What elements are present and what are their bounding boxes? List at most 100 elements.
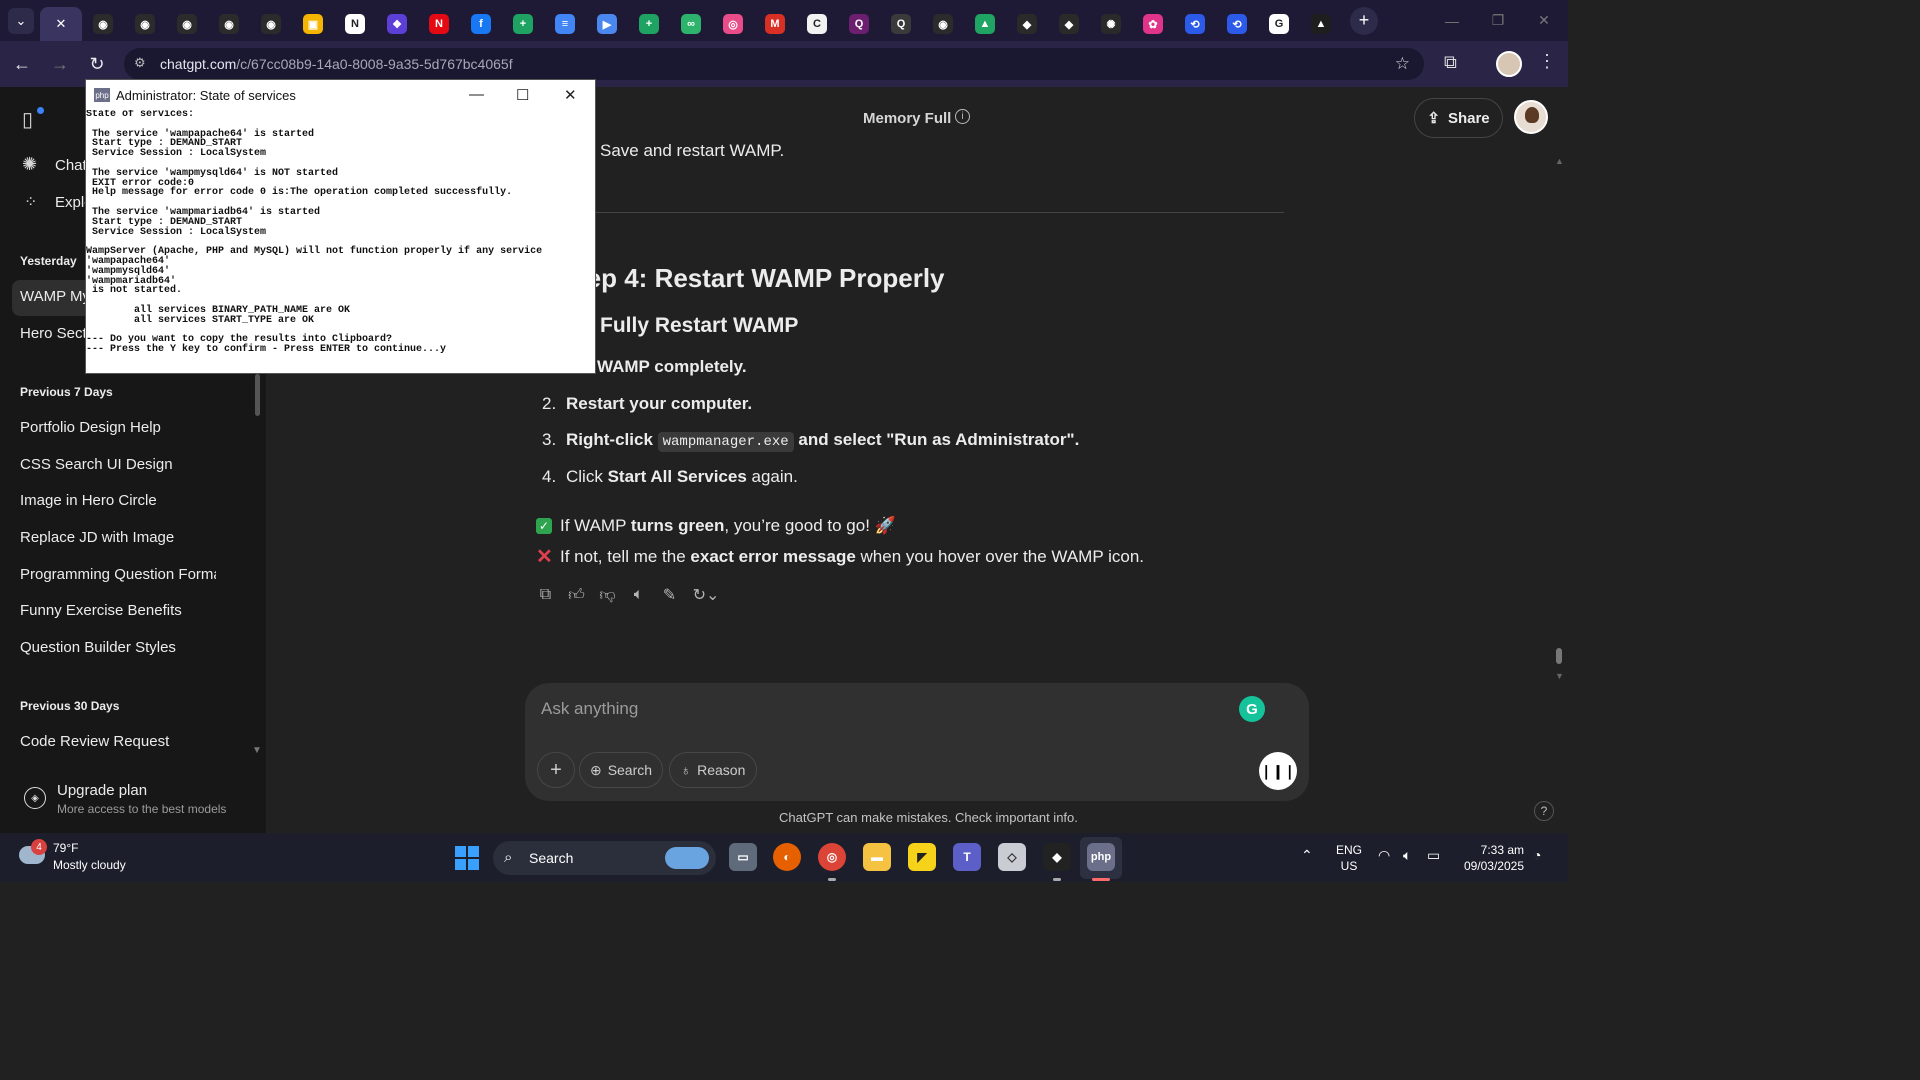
tab-cube-1[interactable]: ◆ <box>1006 7 1048 41</box>
new-tab-button[interactable]: + <box>1350 6 1378 35</box>
scroll-down-icon[interactable]: ▼ <box>1555 671 1564 681</box>
profile-avatar[interactable] <box>1496 51 1522 77</box>
tab-cube-2[interactable]: ◆ <box>1048 7 1090 41</box>
taskbar-search[interactable]: ⌕ Search <box>493 841 716 875</box>
tab-pink-app[interactable]: ✿ <box>1132 7 1174 41</box>
sticky-notes-icon[interactable]: ◤ <box>908 843 936 871</box>
reload-button[interactable]: ↻ <box>85 52 109 76</box>
tab-github-5[interactable]: ◉ <box>250 7 292 41</box>
tab-github-4[interactable]: ◉ <box>208 7 250 41</box>
voice-mode-button[interactable]: ❘❙❘ <box>1259 752 1297 790</box>
tab-app-purple[interactable]: ❖ <box>376 7 418 41</box>
reason-button[interactable]: ♁ Reason <box>669 752 757 788</box>
tab-sheets-2[interactable]: + <box>628 7 670 41</box>
input-language[interactable]: ENG US <box>1336 842 1362 874</box>
browser-menu-icon[interactable]: ⋮ <box>1538 51 1556 72</box>
tab-coda[interactable]: C <box>796 7 838 41</box>
search-button[interactable]: ⊕ Search <box>579 752 663 788</box>
clock[interactable]: 7:33 am 09/03/2025 <box>1460 842 1524 874</box>
tab-netflix[interactable]: N <box>418 7 460 41</box>
chrome-icon[interactable]: ◎ <box>818 843 846 871</box>
prompt-input[interactable]: Ask anything <box>541 699 638 719</box>
scroll-up-icon[interactable]: ▲ <box>1555 156 1564 166</box>
forward-button[interactable]: → <box>48 52 72 76</box>
tab-notion[interactable]: N <box>334 7 376 41</box>
close-window-icon[interactable]: ✕ <box>1521 0 1567 41</box>
address-bar[interactable]: ⚙ chatgpt.com/c/67cc08b9-14a0-8008-9a35-… <box>124 48 1424 80</box>
chat-item[interactable]: Portfolio Design Help <box>20 419 216 436</box>
tab-artstation[interactable]: ▲ <box>1300 7 1342 41</box>
close-tab-icon[interactable]: ✕ <box>56 16 67 32</box>
tab-github-1[interactable]: ◉ <box>82 7 124 41</box>
console-title-bar[interactable]: php Administrator: State of services — ☐… <box>86 80 595 110</box>
thumbs-down-icon[interactable]: 👎︎ <box>598 586 617 605</box>
console-minimize-icon[interactable]: — <box>469 86 484 103</box>
upgrade-plan-button[interactable]: Upgrade plan <box>57 782 147 799</box>
tab-github-2[interactable]: ◉ <box>124 7 166 41</box>
tab-q-1[interactable]: Q <box>838 7 880 41</box>
read-aloud-icon[interactable]: 🔈︎ <box>629 586 648 604</box>
chat-scrollbar[interactable] <box>1556 648 1562 664</box>
edit-icon[interactable]: ✎ <box>660 585 679 605</box>
tab-link-1[interactable]: ⟲ <box>1174 7 1216 41</box>
sidebar-toggle-icon[interactable]: ▯ <box>22 107 33 132</box>
regenerate-icon[interactable]: ↻⌄ <box>691 585 721 605</box>
chat-item[interactable]: Programming Question Forma <box>20 566 216 583</box>
tab-meet[interactable]: ▶ <box>586 7 628 41</box>
sidebar-scrollbar[interactable] <box>255 374 260 416</box>
file-explorer-icon[interactable]: ▬ <box>863 843 891 871</box>
attach-button[interactable]: + <box>537 752 575 788</box>
weather-condition[interactable]: Mostly cloudy <box>53 858 126 872</box>
extensions-icon[interactable]: ⧉ <box>1444 52 1457 73</box>
share-button[interactable]: ⇪ Share <box>1414 98 1503 138</box>
active-tab[interactable]: ✕ <box>40 7 82 41</box>
chat-item[interactable]: CSS Search UI Design <box>20 456 216 473</box>
tab-github-3[interactable]: ◉ <box>166 7 208 41</box>
sidebar-chatgpt[interactable]: Chat <box>55 157 87 174</box>
chat-item[interactable]: Question Builder Styles <box>20 639 216 656</box>
notifications-icon[interactable]: ◔ <box>1533 847 1541 863</box>
chat-item[interactable]: Image in Hero Circle <box>20 492 216 509</box>
start-button[interactable] <box>455 846 479 870</box>
help-icon[interactable]: ? <box>1534 801 1554 821</box>
app-icon[interactable]: ◇ <box>998 843 1026 871</box>
restore-icon[interactable]: ❐ <box>1475 0 1521 41</box>
teams-icon[interactable]: T <box>953 843 981 871</box>
avatar[interactable] <box>1514 100 1548 134</box>
chat-item[interactable]: Funny Exercise Benefits <box>20 602 216 619</box>
chat-item[interactable]: Code Review Request <box>20 733 216 750</box>
firefox-icon[interactable]: ◐ <box>773 843 801 871</box>
php-console-icon[interactable]: php <box>1087 843 1115 871</box>
task-view-icon[interactable]: ▭ <box>729 843 757 871</box>
tab-link-2[interactable]: ⟲ <box>1216 7 1258 41</box>
tab-openai[interactable]: ✺ <box>1090 7 1132 41</box>
tab-drive[interactable]: ▲ <box>964 7 1006 41</box>
tab-green-app[interactable]: ∞ <box>670 7 712 41</box>
tab-sheets-1[interactable]: + <box>502 7 544 41</box>
scroll-down-icon[interactable]: ▼ <box>252 745 262 756</box>
tab-search-button[interactable]: ⌄ <box>8 7 34 34</box>
wifi-icon[interactable]: ◠ <box>1378 847 1390 864</box>
tab-gmail[interactable]: M <box>754 7 796 41</box>
console-maximize-icon[interactable]: ☐ <box>516 86 529 104</box>
battery-icon[interactable]: ▭ <box>1427 847 1440 864</box>
bookmark-star-icon[interactable]: ☆ <box>1395 54 1410 74</box>
tab-q-2[interactable]: Q <box>880 7 922 41</box>
copy-icon[interactable]: ⧉ <box>536 586 555 604</box>
console-close-icon[interactable]: ✕ <box>564 86 577 104</box>
console-output[interactable]: State of services: The service 'wampapac… <box>86 110 595 373</box>
cube-app-icon[interactable]: ◆ <box>1043 843 1071 871</box>
grammarly-icon[interactable]: G <box>1239 696 1265 722</box>
thumbs-up-icon[interactable]: 👍︎ <box>567 586 586 605</box>
show-hidden-icons[interactable]: ⌃ <box>1301 847 1313 864</box>
tab-classroom[interactable]: ▣ <box>292 7 334 41</box>
chat-item[interactable]: Replace JD with Image <box>20 529 216 546</box>
tab-google[interactable]: G <box>1258 7 1300 41</box>
volume-icon[interactable]: 🔈︎ <box>1403 847 1411 864</box>
tab-docs[interactable]: ≡ <box>544 7 586 41</box>
tab-facebook[interactable]: f <box>460 7 502 41</box>
site-info-icon[interactable]: ⚙ <box>134 55 152 73</box>
temperature[interactable]: 79°F <box>53 841 78 855</box>
tab-github-6[interactable]: ◉ <box>922 7 964 41</box>
tab-dribbble[interactable]: ◎ <box>712 7 754 41</box>
